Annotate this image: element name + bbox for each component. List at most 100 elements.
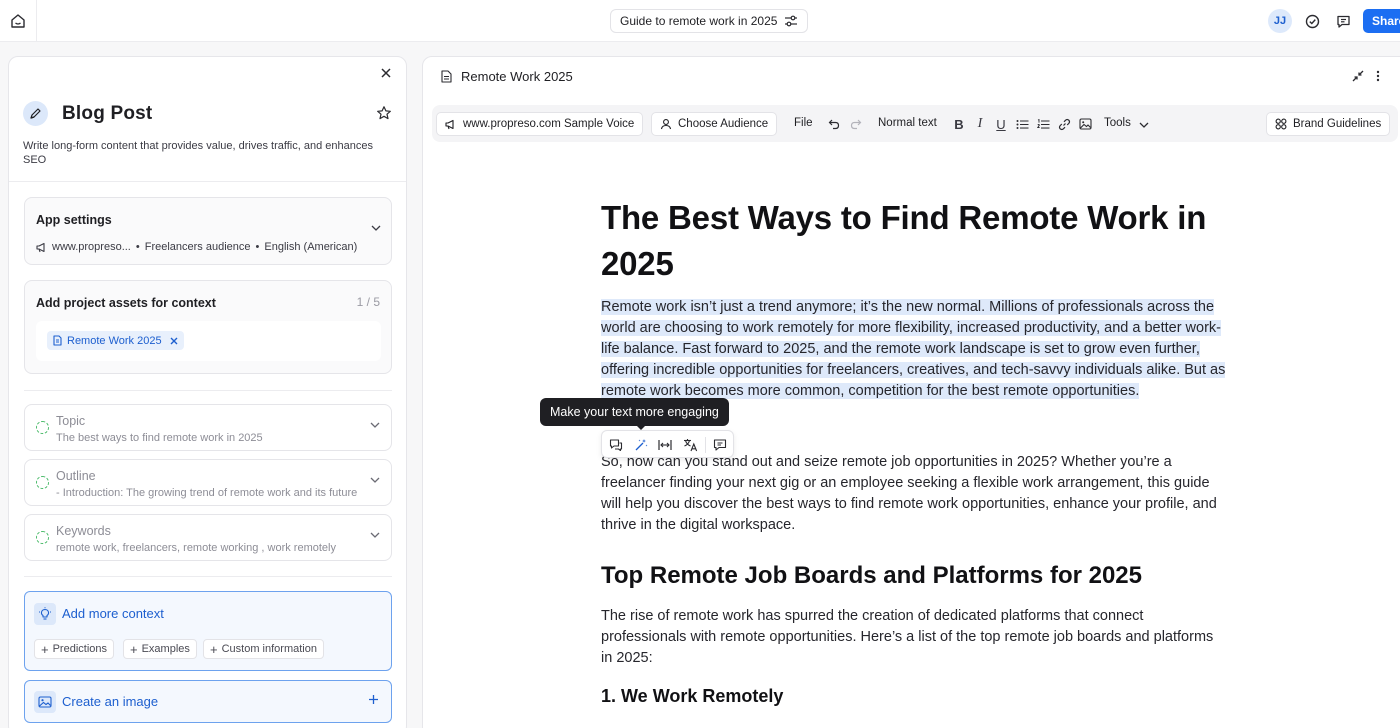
- add-context-card: Add more context + Predictions + Example…: [24, 591, 392, 671]
- editor-header: Remote Work 2025: [423, 57, 1400, 95]
- magic-wand-icon[interactable]: [633, 437, 649, 453]
- assets-dropzone[interactable]: Remote Work 2025: [36, 321, 381, 361]
- context-chip-custom-information[interactable]: + Custom information: [203, 639, 324, 659]
- link-icon[interactable]: [1056, 116, 1072, 132]
- brand-guidelines-label: Brand Guidelines: [1293, 118, 1382, 130]
- more-vertical-icon[interactable]: [1376, 69, 1380, 83]
- document-title-pill[interactable]: Guide to remote work in 2025: [610, 9, 809, 33]
- voice-selector[interactable]: www.propreso.com Sample Voice: [436, 112, 644, 136]
- collapse-icon[interactable]: [1351, 69, 1365, 83]
- chevron-down-icon[interactable]: [371, 225, 381, 231]
- document-paragraph: So, how can you stand out and seize remo…: [601, 454, 1217, 533]
- lightbulb-icon: [34, 603, 56, 625]
- file-menu[interactable]: File: [794, 117, 813, 129]
- app-description: Write long-form content that provides va…: [23, 140, 373, 166]
- italic-button[interactable]: I: [972, 116, 988, 132]
- image-icon: [34, 691, 56, 713]
- plus-icon: [368, 694, 379, 705]
- underline-button[interactable]: U: [993, 116, 1009, 132]
- document-icon: [53, 335, 62, 346]
- create-image-button[interactable]: Create an image: [24, 680, 392, 723]
- tools-menu[interactable]: Tools: [1104, 117, 1131, 129]
- step-value: The best ways to find remote work in 202…: [56, 432, 263, 444]
- divider: [24, 576, 392, 577]
- voice-selector-label: www.propreso.com Sample Voice: [463, 118, 635, 130]
- context-chip-label: Predictions: [52, 643, 108, 655]
- chevron-down-icon[interactable]: [370, 477, 380, 483]
- settings-sliders-icon: [784, 15, 798, 27]
- step-outline[interactable]: Outline - Introduction: The growing tren…: [24, 459, 392, 506]
- pen-icon: [23, 101, 48, 126]
- comment-icon[interactable]: [1331, 9, 1355, 33]
- adjust-length-icon[interactable]: [657, 437, 673, 453]
- document-icon: [441, 70, 452, 83]
- audience-value: Freelancers audience: [144, 241, 251, 253]
- chevron-down-icon[interactable]: [1136, 117, 1152, 133]
- editor-document-title: Remote Work 2025: [461, 69, 573, 84]
- bold-button[interactable]: B: [951, 116, 967, 132]
- star-icon[interactable]: [376, 105, 392, 121]
- document-subheading: Top Remote Job Boards and Platforms for …: [601, 562, 1142, 589]
- tools-menu-label: Tools: [1104, 117, 1131, 129]
- avatar[interactable]: JJ: [1268, 9, 1292, 33]
- rewrite-chat-icon[interactable]: [608, 437, 624, 453]
- create-image-title: Create an image: [62, 694, 159, 709]
- megaphone-icon: [445, 119, 457, 130]
- audience-selector-label: Choose Audience: [678, 118, 769, 130]
- document-paragraph-selected: Remote work isn’t just a trend anymore; …: [601, 297, 1226, 402]
- separator: •: [255, 241, 260, 253]
- top-bar: Guide to remote work in 2025 JJ Share: [0, 0, 1400, 42]
- add-context-title[interactable]: Add more context: [62, 606, 164, 621]
- chevron-down-icon[interactable]: [370, 532, 380, 538]
- app-settings-card[interactable]: App settings www.propreso... • Freelance…: [24, 197, 392, 265]
- undo-icon[interactable]: [826, 116, 842, 132]
- status-dot-icon: [36, 421, 49, 434]
- numbered-list-icon[interactable]: [1035, 116, 1051, 132]
- check-circle-icon[interactable]: [1300, 9, 1324, 33]
- status-dot-icon: [36, 531, 49, 544]
- step-title: Outline: [56, 469, 96, 483]
- context-chip-label: Custom information: [221, 643, 317, 655]
- user-icon: [660, 118, 672, 130]
- chevron-down-icon[interactable]: [370, 422, 380, 428]
- plus-icon: +: [210, 641, 218, 657]
- context-chip-predictions[interactable]: + Predictions: [34, 639, 115, 659]
- brand-guidelines-button[interactable]: Brand Guidelines: [1266, 112, 1391, 136]
- voice-value: www.propreso...: [52, 241, 131, 253]
- translate-icon[interactable]: [682, 437, 698, 453]
- text-selection[interactable]: Remote work isn’t just a trend anymore; …: [601, 299, 1226, 399]
- app-panel-header: Blog Post Write long-form content that p…: [9, 57, 406, 182]
- step-keywords[interactable]: Keywords remote work, freelancers, remot…: [24, 514, 392, 561]
- remove-icon[interactable]: [170, 337, 178, 345]
- context-chip-examples[interactable]: + Examples: [123, 639, 197, 659]
- redo-icon[interactable]: [848, 116, 864, 132]
- share-button[interactable]: Share: [1363, 9, 1400, 33]
- home-button[interactable]: [0, 0, 37, 42]
- tooltip: Make your text more engaging: [540, 398, 729, 426]
- document-subheading-3: 1. We Work Remotely: [601, 686, 784, 706]
- asset-chip-label: Remote Work 2025: [67, 334, 162, 347]
- app-panel: Blog Post Write long-form content that p…: [8, 56, 407, 728]
- insert-image-icon[interactable]: [1077, 116, 1093, 132]
- step-topic[interactable]: Topic The best ways to find remote work …: [24, 404, 392, 451]
- document-title: Guide to remote work in 2025: [620, 14, 778, 28]
- megaphone-icon: [36, 242, 48, 253]
- divider: [24, 390, 392, 391]
- asset-chip[interactable]: Remote Work 2025: [47, 331, 184, 350]
- separator: •: [135, 241, 140, 253]
- close-icon[interactable]: [378, 65, 394, 81]
- status-dot-icon: [36, 476, 49, 489]
- audience-selector[interactable]: Choose Audience: [651, 112, 778, 136]
- bulleted-list-icon[interactable]: [1014, 116, 1030, 132]
- step-title: Topic: [56, 414, 86, 428]
- language-value: English (American): [264, 241, 358, 253]
- home-icon: [10, 13, 26, 29]
- text-style-selector[interactable]: Normal text: [878, 117, 937, 129]
- app-settings-title: App settings: [36, 213, 112, 227]
- assets-count: 1 / 5: [356, 295, 380, 309]
- comment-icon[interactable]: [712, 437, 728, 453]
- plus-icon: +: [41, 641, 49, 657]
- editor-panel: Remote Work 2025 www.propreso.com Sample…: [422, 56, 1400, 728]
- divider: [705, 437, 706, 453]
- app-title: Blog Post: [62, 103, 153, 124]
